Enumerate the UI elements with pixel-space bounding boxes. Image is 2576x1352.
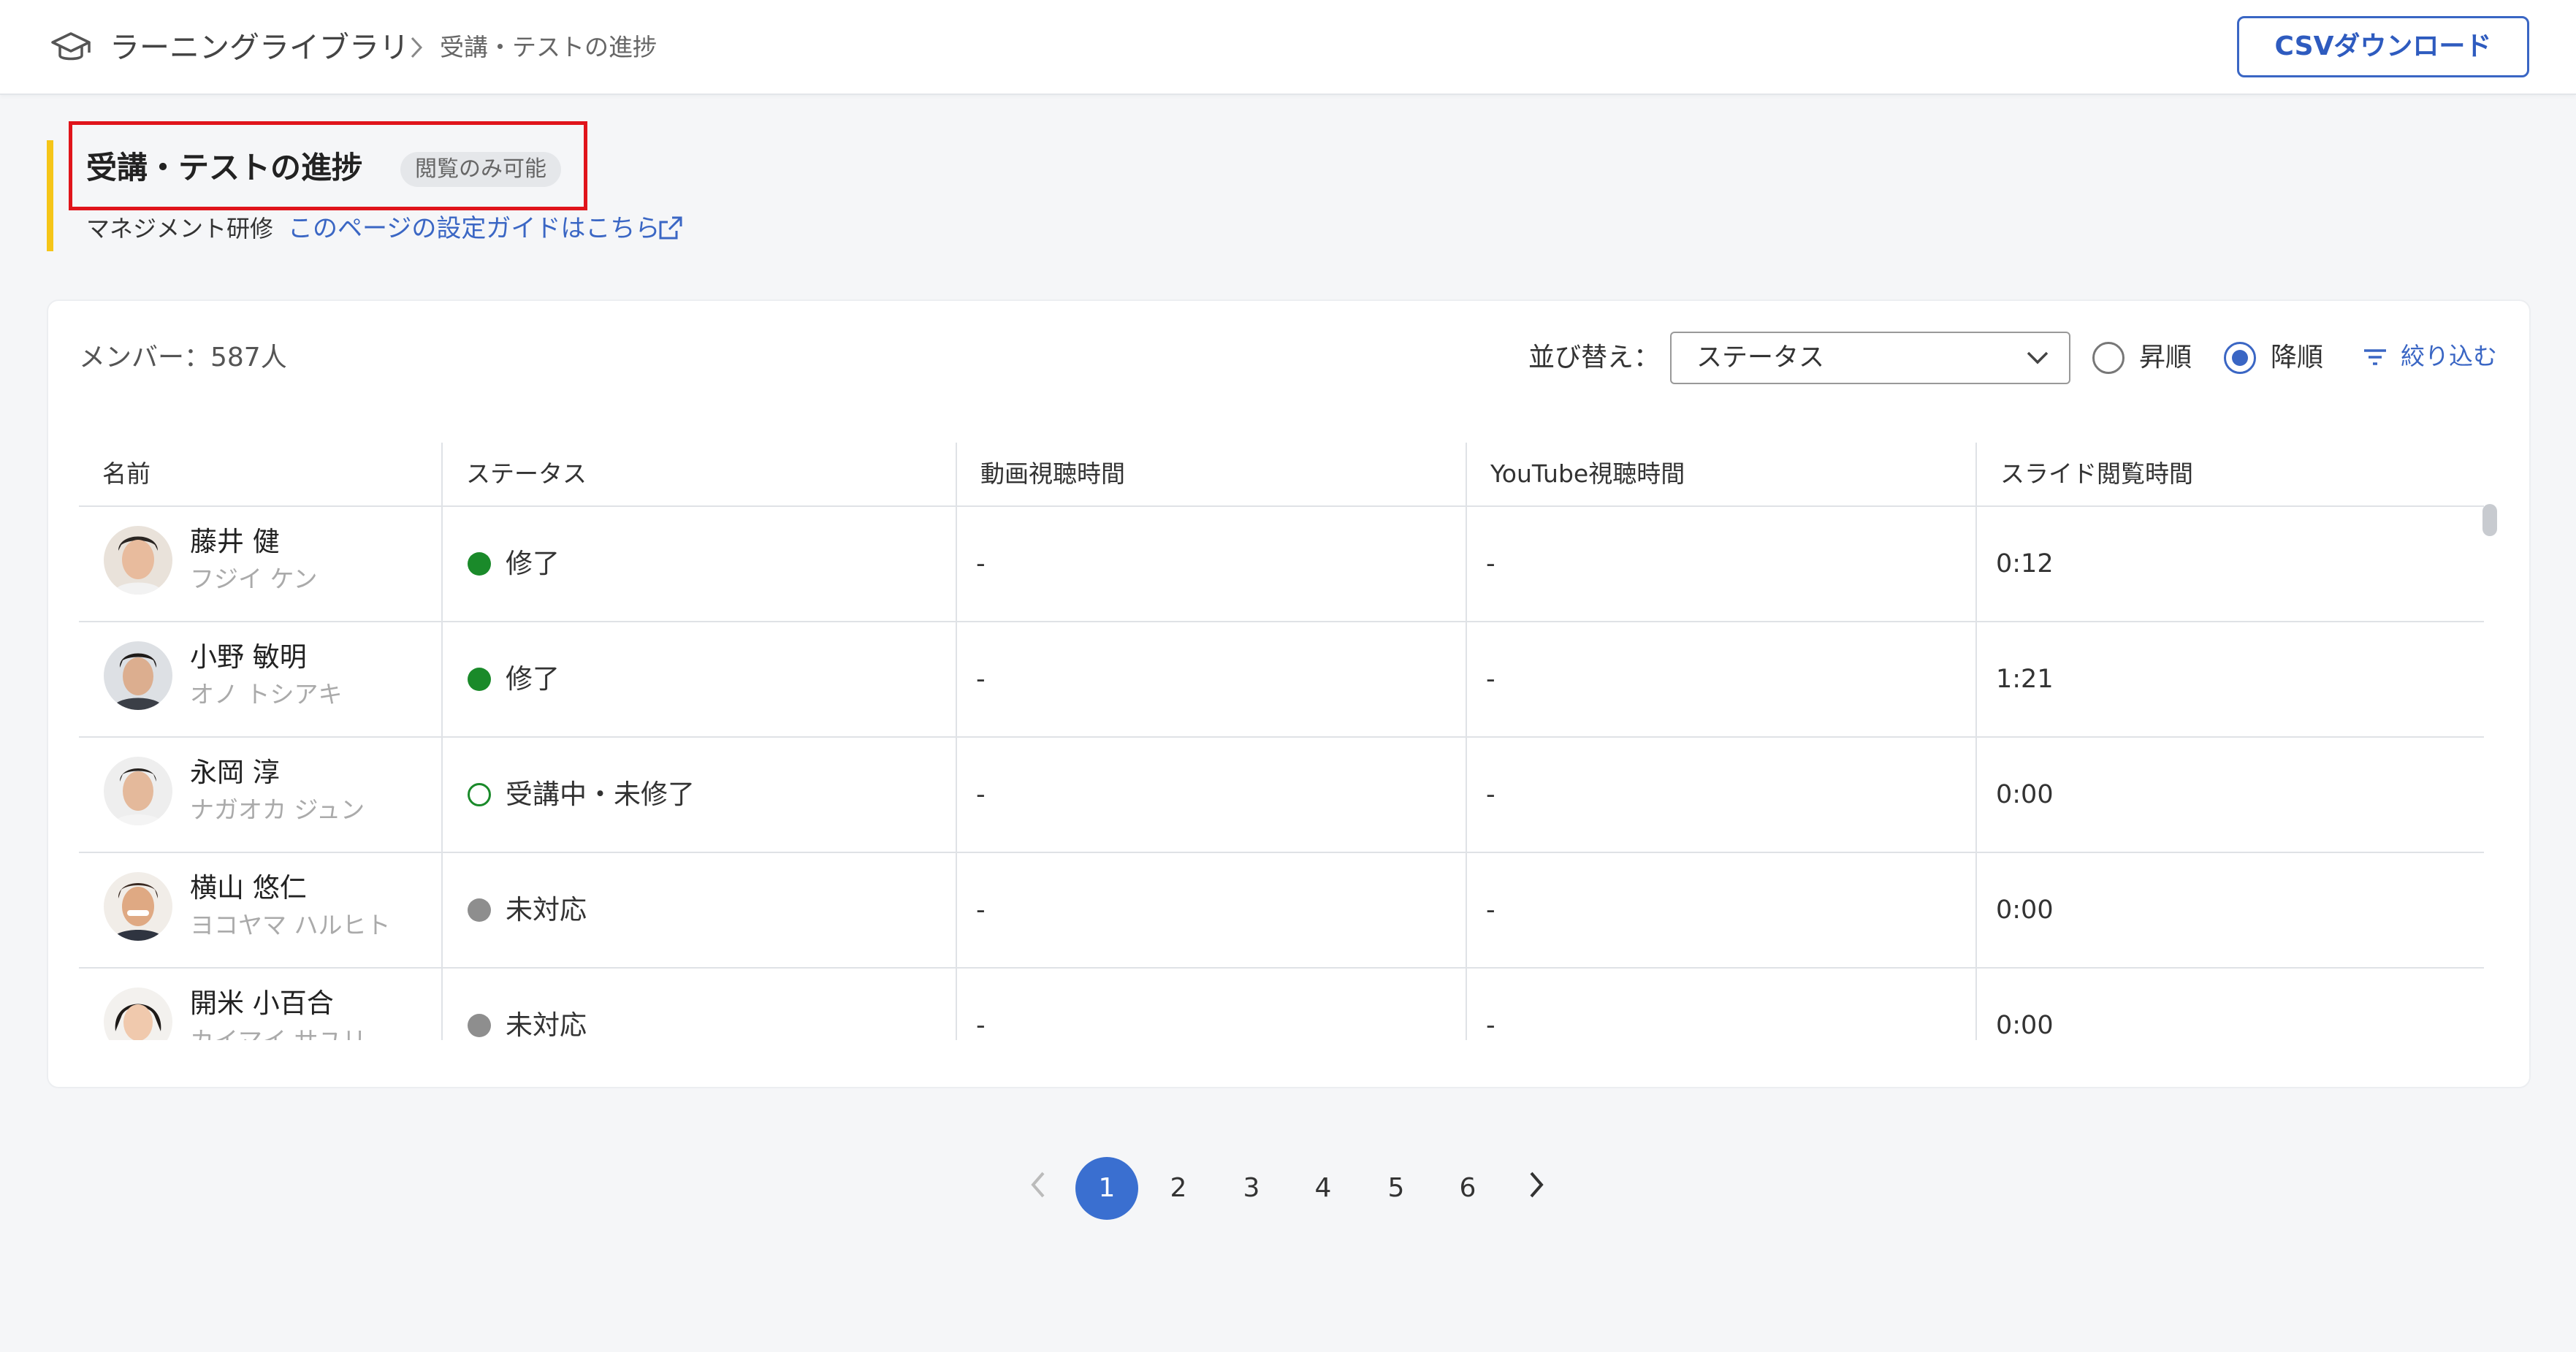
- chevron-right-icon[interactable]: [1523, 1164, 1552, 1205]
- status-in-progress-dot: [468, 783, 491, 806]
- chevron-down-icon: [2027, 351, 2049, 364]
- slide-time: 0:00: [1996, 780, 2054, 809]
- member-kana: ナガオカ ジュン: [190, 795, 365, 824]
- youtube-time: -: [1486, 549, 1495, 578]
- status-none-dot: [468, 898, 491, 922]
- table-row[interactable]: 横山 悠仁 ヨコヤマ ハルヒト 未対応 - - 0:00: [79, 853, 2484, 967]
- progress-table: 名前 ステータス 動画視聴時間 YouTube視聴時間 スライド閲覧時間 藤井 …: [79, 443, 2484, 1040]
- slide-time: 0:12: [1996, 549, 2054, 578]
- table-row[interactable]: 藤井 健 フジイ ケン 修了 - - 0:12: [79, 507, 2484, 621]
- member-kana: フジイ ケン: [190, 565, 318, 593]
- avatar: [104, 641, 172, 710]
- status-text: 修了: [506, 663, 560, 695]
- status-text: 修了: [506, 548, 560, 579]
- table-scrollbar-thumb[interactable]: [2482, 504, 2497, 536]
- sort-select[interactable]: ステータス: [1670, 332, 2070, 384]
- member-name[interactable]: 小野 敏明: [190, 638, 307, 676]
- video-time: -: [976, 1011, 986, 1040]
- status-text: 未対応: [506, 1009, 587, 1040]
- chevron-right-icon: [411, 37, 423, 58]
- graduation-cap-icon: [51, 32, 91, 61]
- slide-time: 1:21: [1996, 665, 2054, 694]
- chevron-left-icon[interactable]: [1023, 1164, 1052, 1205]
- status-done-dot: [468, 668, 491, 691]
- column-header-status[interactable]: ステータス: [441, 443, 956, 505]
- page-1-button[interactable]: 1: [1075, 1157, 1138, 1220]
- page-6-button[interactable]: 6: [1436, 1157, 1499, 1220]
- page-3-button[interactable]: 3: [1220, 1157, 1283, 1220]
- avatar: [104, 988, 172, 1040]
- youtube-time: -: [1486, 1011, 1495, 1040]
- member-count: メンバー：587人: [79, 343, 287, 373]
- youtube-time: -: [1486, 895, 1495, 925]
- sort-label: 並び替え：: [1528, 343, 1661, 373]
- video-time: -: [976, 665, 986, 694]
- ascending-label[interactable]: 昇順: [2139, 337, 2192, 378]
- slide-time: 0:00: [1996, 1011, 2054, 1040]
- filter-button[interactable]: 絞り込む: [2363, 337, 2497, 378]
- slide-time: 0:00: [1996, 895, 2054, 925]
- member-name[interactable]: 藤井 健: [190, 523, 280, 561]
- column-header-video-time[interactable]: 動画視聴時間: [956, 443, 1466, 505]
- column-header-name[interactable]: 名前: [79, 443, 441, 505]
- member-kana: カイマイ サユリ: [190, 1023, 367, 1040]
- status-text: 受講中・未修了: [506, 779, 695, 810]
- status-done-dot: [468, 552, 491, 576]
- title-accent-bar: [47, 140, 53, 251]
- external-link-icon[interactable]: [656, 213, 685, 242]
- breadcrumb-current: 受講・テストの進捗: [440, 33, 657, 61]
- table-row[interactable]: 開米 小百合 カイマイ サユリ 未対応 - - 0:00: [79, 969, 2484, 1040]
- status-none-dot: [468, 1014, 491, 1037]
- course-name: マネジメント研修: [86, 215, 274, 242]
- youtube-time: -: [1486, 780, 1495, 809]
- column-header-youtube-time[interactable]: YouTube視聴時間: [1466, 443, 1975, 505]
- top-header: ラーニングライブラリ 受講・テストの進捗 CSVダウンロード: [0, 0, 2576, 95]
- filter-icon: [2364, 349, 2386, 365]
- avatar: [104, 526, 172, 595]
- page-4-button[interactable]: 4: [1292, 1157, 1354, 1220]
- member-name[interactable]: 開米 小百合: [190, 985, 334, 1023]
- avatar: [104, 872, 172, 941]
- sort-select-value: ステータス: [1696, 343, 1825, 373]
- member-kana: オノ トシアキ: [190, 680, 343, 709]
- descending-label[interactable]: 降順: [2271, 337, 2323, 378]
- youtube-time: -: [1486, 665, 1495, 694]
- member-name[interactable]: 横山 悠仁: [190, 869, 307, 907]
- table-row[interactable]: 小野 敏明 オノ トシアキ 修了 - - 1:21: [79, 622, 2484, 736]
- page-5-button[interactable]: 5: [1365, 1157, 1428, 1220]
- highlight-annotation-box: [69, 121, 587, 210]
- avatar: [104, 757, 172, 825]
- video-time: -: [976, 780, 986, 809]
- settings-guide-link[interactable]: このページの設定ガイドはこちら: [288, 210, 660, 247]
- csv-download-button[interactable]: CSVダウンロード: [2237, 16, 2529, 77]
- video-time: -: [976, 549, 986, 578]
- member-kana: ヨコヤマ ハルヒト: [190, 911, 391, 939]
- table-row[interactable]: 永岡 淳 ナガオカ ジュン 受講中・未修了 - - 0:00: [79, 738, 2484, 852]
- page-2-button[interactable]: 2: [1147, 1157, 1210, 1220]
- member-name[interactable]: 永岡 淳: [190, 754, 280, 792]
- status-text: 未対応: [506, 894, 587, 925]
- video-time: -: [976, 895, 986, 925]
- ascending-radio[interactable]: [2092, 342, 2125, 374]
- breadcrumb-root-link[interactable]: ラーニングライブラリ: [110, 26, 409, 69]
- descending-radio[interactable]: [2224, 342, 2256, 374]
- column-header-slide-time[interactable]: スライド閲覧時間: [1975, 443, 2484, 505]
- filter-label: 絞り込む: [2401, 342, 2497, 370]
